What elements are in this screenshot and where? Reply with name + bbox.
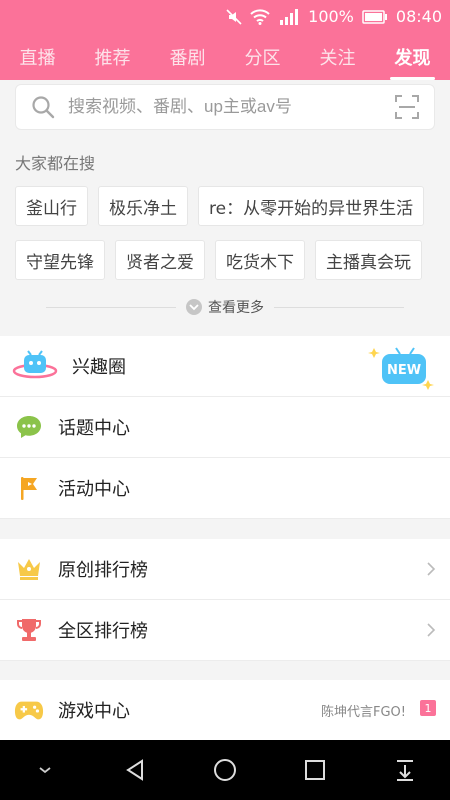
- list-item-interest-circle[interactable]: 兴趣圈 NEW: [0, 336, 450, 397]
- discover-section-games: 游戏中心 陈坤代言FGO! 1: [0, 680, 450, 741]
- discover-section-community: 兴趣圈 NEW 话题中心 活动中心: [0, 336, 450, 519]
- top-tab-bar: 直播 推荐 番剧 分区 关注 发现: [0, 33, 450, 80]
- chat-bubble-icon: [14, 412, 44, 442]
- search-input[interactable]: [66, 86, 394, 128]
- list-item-game-center[interactable]: 游戏中心 陈坤代言FGO! 1: [0, 680, 450, 741]
- list-item-label: 活动中心: [58, 479, 130, 500]
- list-item-label: 原创排行榜: [58, 560, 148, 581]
- home-circle-icon: [214, 759, 236, 781]
- recents-button[interactable]: [295, 750, 335, 790]
- discover-section-rankings: 原创排行榜 全区排行榜: [0, 539, 450, 661]
- svg-text:NEW: NEW: [387, 363, 421, 378]
- list-item-original-ranking[interactable]: 原创排行榜: [0, 539, 450, 600]
- hide-nav-button[interactable]: [25, 750, 65, 790]
- list-item-label: 兴趣圈: [72, 357, 126, 378]
- game-promo-text: 陈坤代言FGO!: [321, 705, 406, 720]
- list-item-label: 游戏中心: [58, 701, 130, 722]
- home-button[interactable]: [205, 750, 245, 790]
- tab-bangumi[interactable]: 番剧: [150, 33, 225, 80]
- tab-following[interactable]: 关注: [300, 33, 375, 80]
- notification-badge: 1: [420, 700, 436, 716]
- trending-chip[interactable]: re：从零开始的异世界生活: [198, 186, 425, 226]
- divider: [274, 306, 404, 308]
- tab-discover[interactable]: 发现: [375, 33, 450, 80]
- battery-icon: [362, 9, 388, 24]
- scan-qr-icon[interactable]: [394, 94, 420, 120]
- trending-chips: 釜山行 极乐净土 re：从零开始的异世界生活 守望先锋 贤者之爱 吃货木下 主播…: [15, 186, 440, 294]
- list-item-event-center[interactable]: 活动中心: [0, 458, 450, 519]
- mute-icon: [226, 8, 242, 25]
- status-bar: 100% 08:40: [0, 0, 450, 33]
- list-item-all-ranking[interactable]: 全区排行榜: [0, 600, 450, 661]
- show-more-button[interactable]: 查看更多: [186, 297, 264, 317]
- trending-chip[interactable]: 吃货木下: [215, 240, 305, 280]
- trending-chip[interactable]: 贤者之爱: [115, 240, 205, 280]
- notification-shade-button[interactable]: [385, 750, 425, 790]
- status-icons: 100% 08:40: [226, 0, 442, 33]
- list-item-label: 话题中心: [58, 418, 130, 439]
- list-item-label: 全区排行榜: [58, 621, 148, 642]
- trending-chip[interactable]: 主播真会玩: [315, 240, 422, 280]
- search-icon: [32, 96, 55, 119]
- back-triangle-icon: [126, 759, 143, 781]
- trophy-icon: [14, 615, 44, 645]
- recents-square-icon: [305, 760, 325, 780]
- chevron-right-icon: [427, 623, 436, 637]
- tab-live[interactable]: 直播: [0, 33, 75, 80]
- clock: 08:40: [395, 7, 442, 26]
- list-item-topic-center[interactable]: 话题中心: [0, 397, 450, 458]
- show-more-row: 查看更多: [0, 294, 450, 320]
- gamepad-icon: [14, 695, 44, 725]
- search-box: [15, 84, 435, 130]
- tab-categories[interactable]: 分区: [225, 33, 300, 80]
- trending-title: 大家都在搜: [15, 154, 96, 173]
- divider: [46, 306, 176, 308]
- crown-icon: [14, 554, 44, 584]
- planet-tv-icon: [12, 350, 58, 381]
- new-badge-icon: NEW: [368, 342, 436, 396]
- wifi-icon: [250, 8, 270, 25]
- flag-icon: [14, 473, 44, 503]
- tab-recommend[interactable]: 推荐: [75, 33, 150, 80]
- show-more-label: 查看更多: [208, 300, 264, 316]
- chevron-down-icon: [186, 299, 202, 315]
- system-nav-bar: [0, 740, 450, 800]
- chevron-right-icon: [427, 562, 436, 576]
- trending-chip[interactable]: 釜山行: [15, 186, 88, 226]
- battery-percent: 100%: [308, 7, 354, 26]
- back-button[interactable]: [115, 750, 155, 790]
- pull-down-icon: [397, 760, 413, 781]
- trending-chip[interactable]: 极乐净土: [98, 186, 188, 226]
- trending-chip[interactable]: 守望先锋: [15, 240, 105, 280]
- signal-icon: [278, 8, 300, 26]
- chevron-down-icon: [39, 767, 51, 774]
